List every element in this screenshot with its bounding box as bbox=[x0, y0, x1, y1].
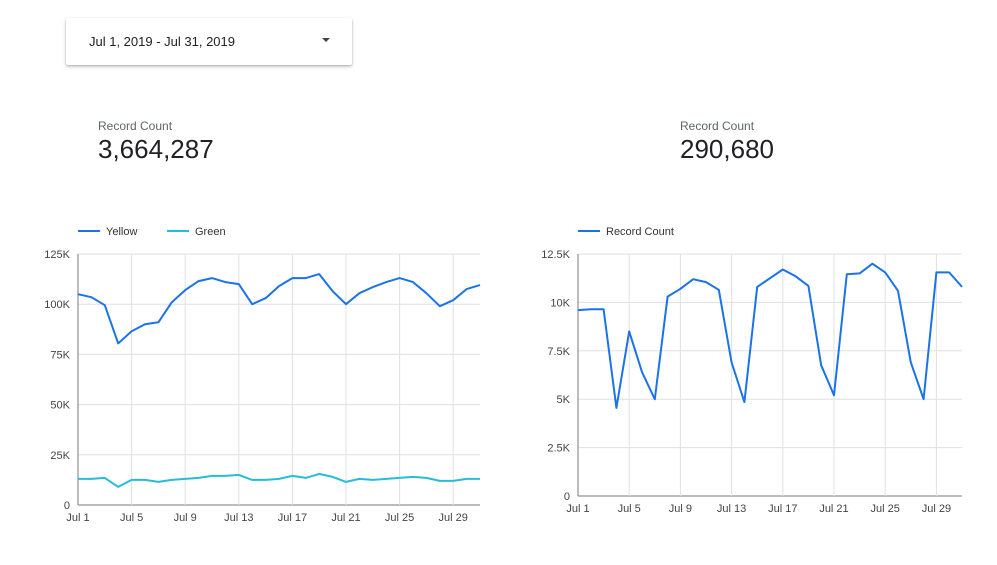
x-tick-label: Jul 17 bbox=[768, 503, 797, 515]
x-tick-label: Jul 9 bbox=[669, 503, 692, 515]
y-tick-label: 0 bbox=[564, 491, 570, 503]
x-tick-label: Jul 25 bbox=[871, 503, 900, 515]
time-series-chart-record-count: 0 2.5K 5K 7.5K 10K 12.5K Jul 1 Jul 5 Jul 9 Jul 13… bbox=[541, 226, 963, 515]
x-tick-label: Jul 1 bbox=[566, 503, 589, 515]
y-tick-label: 2.5K bbox=[547, 443, 570, 455]
legend-label: Record Count bbox=[606, 226, 674, 238]
y-tick-label: 5K bbox=[557, 394, 571, 406]
x-tick-label: Jul 29 bbox=[922, 503, 951, 515]
x-tick-label: Jul 5 bbox=[618, 503, 641, 515]
y-tick-label: 10K bbox=[550, 297, 570, 309]
x-tick-label: Jul 13 bbox=[717, 503, 746, 515]
y-tick-label: 12.5K bbox=[541, 249, 570, 261]
y-tick-label: 7.5K bbox=[547, 346, 570, 358]
x-tick-label: Jul 21 bbox=[819, 503, 848, 515]
series-line-record-count bbox=[577, 262, 963, 409]
